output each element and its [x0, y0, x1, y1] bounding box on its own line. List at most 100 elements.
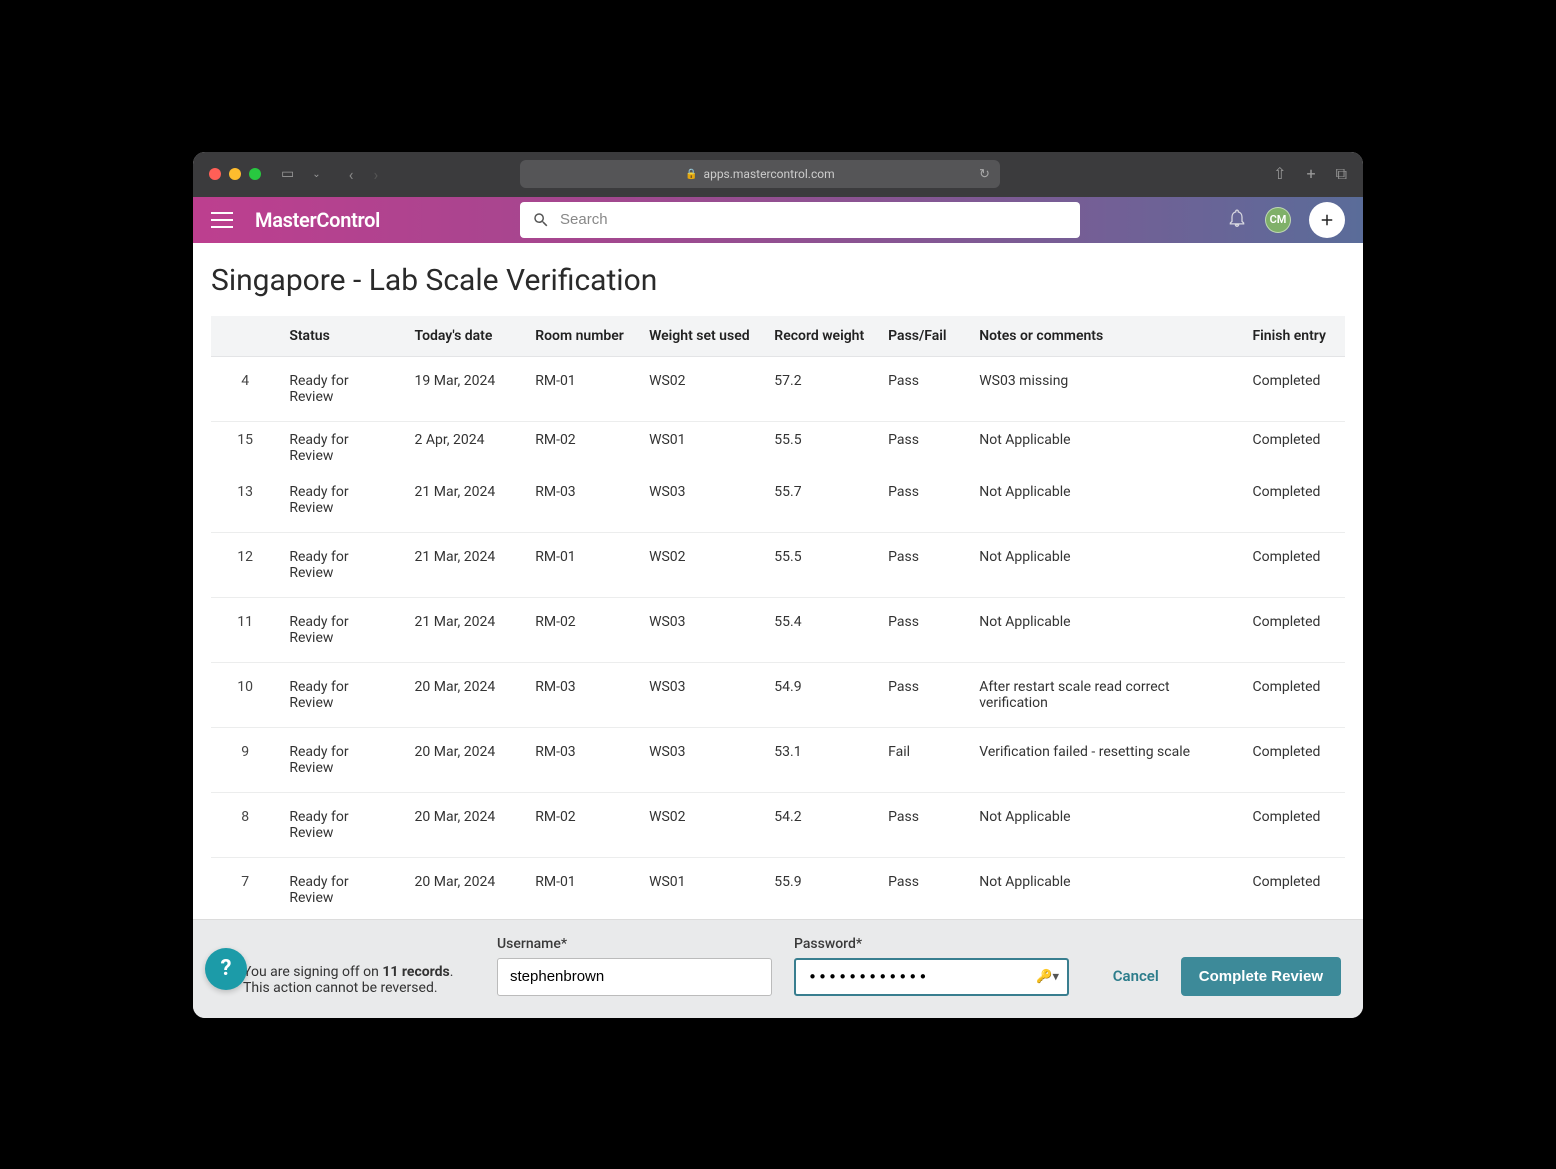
- chevron-down-icon[interactable]: ⌄: [312, 169, 320, 180]
- table-row[interactable]: 10Ready for Review20 Mar, 2024RM-03WS035…: [211, 662, 1345, 727]
- password-input[interactable]: [794, 958, 1069, 996]
- cell-room: RM-03: [525, 662, 639, 727]
- username-field: Username*: [497, 936, 772, 996]
- cell-room: RM-02: [525, 421, 639, 474]
- header-notes[interactable]: Notes or comments: [969, 316, 1242, 357]
- window-controls: [209, 168, 261, 180]
- cell-room: RM-03: [525, 474, 639, 533]
- cell-finish: Completed: [1242, 597, 1345, 662]
- browser-chrome: ▭ ⌄ ‹ › 🔒 apps.mastercontrol.com ↻ ⇧ + ⧉: [193, 152, 1363, 197]
- page-title: Singapore - Lab Scale Verification: [193, 243, 1363, 316]
- cell-record-weight: 53.1: [764, 727, 878, 792]
- cell-notes: Not Applicable: [969, 857, 1242, 919]
- cell-weight-set: WS03: [639, 474, 764, 533]
- cell-record-weight: 55.7: [764, 474, 878, 533]
- app-header: MasterControl CM: [193, 197, 1363, 243]
- new-tab-icon[interactable]: +: [1306, 164, 1315, 184]
- refresh-icon[interactable]: ↻: [979, 167, 990, 182]
- cell-weight-set: WS02: [639, 792, 764, 857]
- cell-pass-fail: Pass: [878, 662, 969, 727]
- table-row[interactable]: 15Ready for Review2 Apr, 2024RM-02WS0155…: [211, 421, 1345, 474]
- cell-notes: Not Applicable: [969, 532, 1242, 597]
- header-record-weight[interactable]: Record weight: [764, 316, 878, 357]
- username-input[interactable]: [497, 958, 772, 996]
- password-label: Password*: [794, 936, 1069, 952]
- page-content: Singapore - Lab Scale Verification Statu…: [193, 243, 1363, 919]
- table-row[interactable]: 9Ready for Review20 Mar, 2024RM-03WS0353…: [211, 727, 1345, 792]
- cell-index: 9: [211, 727, 279, 792]
- maximize-window-button[interactable]: [249, 168, 261, 180]
- header-weight-set[interactable]: Weight set used: [639, 316, 764, 357]
- cell-status: Ready for Review: [279, 792, 404, 857]
- cell-room: RM-03: [525, 727, 639, 792]
- app-logo: MasterControl: [255, 208, 380, 232]
- table-row[interactable]: 12Ready for Review21 Mar, 2024RM-01WS025…: [211, 532, 1345, 597]
- cell-weight-set: WS01: [639, 857, 764, 919]
- cell-status: Ready for Review: [279, 597, 404, 662]
- tabs-icon[interactable]: ⧉: [1336, 164, 1347, 184]
- cell-pass-fail: Pass: [878, 532, 969, 597]
- table-row[interactable]: 13Ready for Review21 Mar, 2024RM-03WS035…: [211, 474, 1345, 533]
- cell-index: 10: [211, 662, 279, 727]
- cell-weight-set: WS03: [639, 597, 764, 662]
- url-bar[interactable]: 🔒 apps.mastercontrol.com ↻: [520, 160, 1000, 188]
- cell-room: RM-01: [525, 356, 639, 421]
- notifications-button[interactable]: [1227, 208, 1247, 232]
- cell-record-weight: 54.9: [764, 662, 878, 727]
- cell-index: 13: [211, 474, 279, 533]
- cell-date: 2 Apr, 2024: [405, 421, 526, 474]
- create-button[interactable]: [1309, 202, 1345, 238]
- minimize-window-button[interactable]: [229, 168, 241, 180]
- cell-weight-set: WS02: [639, 356, 764, 421]
- cell-status: Ready for Review: [279, 857, 404, 919]
- cell-date: 21 Mar, 2024: [405, 597, 526, 662]
- cell-finish: Completed: [1242, 421, 1345, 474]
- cell-index: 7: [211, 857, 279, 919]
- table-row[interactable]: 7Ready for Review20 Mar, 2024RM-01WS0155…: [211, 857, 1345, 919]
- cell-pass-fail: Pass: [878, 474, 969, 533]
- header-room[interactable]: Room number: [525, 316, 639, 357]
- cell-record-weight: 54.2: [764, 792, 878, 857]
- user-avatar[interactable]: CM: [1265, 207, 1291, 233]
- cancel-button[interactable]: Cancel: [1113, 967, 1159, 985]
- header-pass-fail[interactable]: Pass/Fail: [878, 316, 969, 357]
- menu-button[interactable]: [211, 212, 233, 228]
- cell-date: 21 Mar, 2024: [405, 474, 526, 533]
- cell-notes: Not Applicable: [969, 597, 1242, 662]
- back-button[interactable]: ‹: [349, 165, 354, 184]
- cell-notes: After restart scale read correct verific…: [969, 662, 1242, 727]
- cell-status: Ready for Review: [279, 474, 404, 533]
- sidebar-toggle-icon[interactable]: ▭: [281, 166, 294, 182]
- table-row[interactable]: 11Ready for Review21 Mar, 2024RM-02WS035…: [211, 597, 1345, 662]
- search-bar[interactable]: [520, 202, 1080, 238]
- cell-weight-set: WS01: [639, 421, 764, 474]
- help-button[interactable]: ?: [205, 948, 247, 990]
- header-status[interactable]: Status: [279, 316, 404, 357]
- complete-review-button[interactable]: Complete Review: [1181, 957, 1341, 996]
- data-table-container[interactable]: Status Today's date Room number Weight s…: [193, 316, 1363, 919]
- cell-notes: Not Applicable: [969, 421, 1242, 474]
- cell-record-weight: 55.5: [764, 532, 878, 597]
- share-icon[interactable]: ⇧: [1273, 164, 1286, 184]
- cell-notes: Verification failed - resetting scale: [969, 727, 1242, 792]
- cell-date: 20 Mar, 2024: [405, 857, 526, 919]
- table-row[interactable]: 4Ready for Review19 Mar, 2024RM-01WS0257…: [211, 356, 1345, 421]
- close-window-button[interactable]: [209, 168, 221, 180]
- header-finish[interactable]: Finish entry: [1242, 316, 1345, 357]
- forward-button[interactable]: ›: [373, 165, 378, 184]
- cell-room: RM-01: [525, 857, 639, 919]
- cell-index: 8: [211, 792, 279, 857]
- cell-weight-set: WS02: [639, 532, 764, 597]
- cell-pass-fail: Pass: [878, 421, 969, 474]
- key-icon[interactable]: 🔑▾: [1036, 969, 1059, 984]
- header-date[interactable]: Today's date: [405, 316, 526, 357]
- cell-finish: Completed: [1242, 662, 1345, 727]
- cell-status: Ready for Review: [279, 662, 404, 727]
- cell-index: 12: [211, 532, 279, 597]
- cell-room: RM-02: [525, 597, 639, 662]
- cell-finish: Completed: [1242, 532, 1345, 597]
- cell-date: 20 Mar, 2024: [405, 792, 526, 857]
- table-row[interactable]: 8Ready for Review20 Mar, 2024RM-02WS0254…: [211, 792, 1345, 857]
- cell-room: RM-02: [525, 792, 639, 857]
- search-input[interactable]: [560, 211, 1068, 228]
